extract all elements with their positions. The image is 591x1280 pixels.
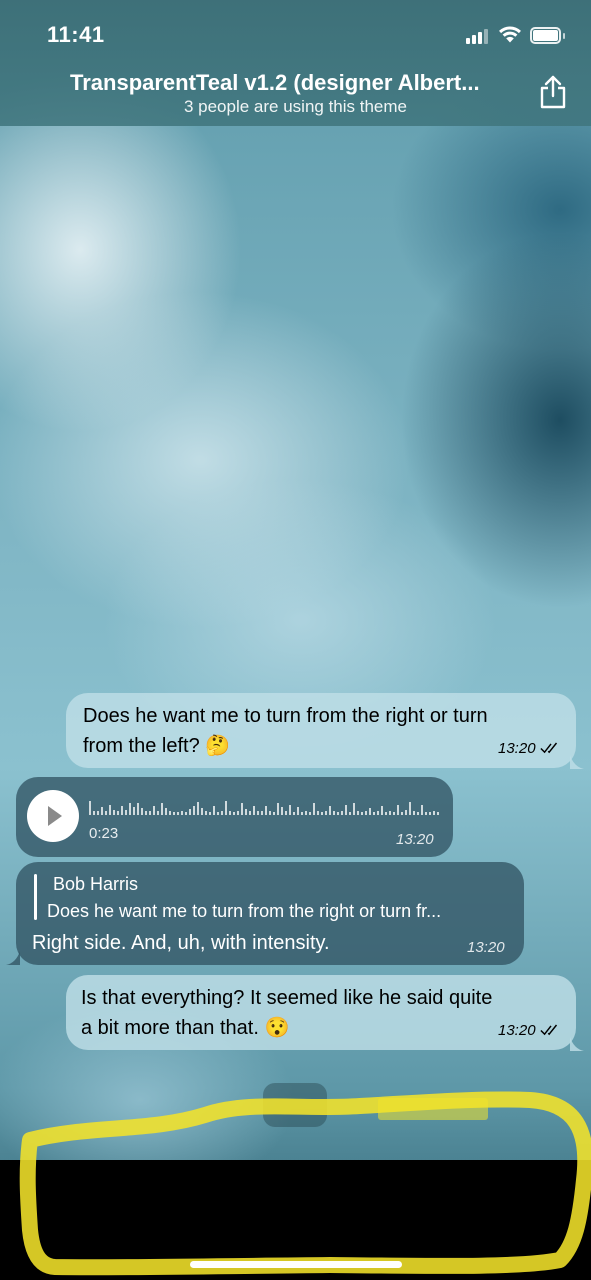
yellow-highlight-marker <box>19 1091 591 1276</box>
reply-message-bubble[interactable]: Bob Harris Does he want me to turn from … <box>16 862 524 965</box>
reply-quote-text: Does he want me to turn from the right o… <box>47 901 442 921</box>
bubble-tail <box>6 951 20 965</box>
message-text: Is that everything? It seemed like he sa… <box>81 987 493 1039</box>
play-button[interactable] <box>27 790 79 842</box>
status-bar: 11:41 <box>0 0 591 64</box>
outgoing-message-bubble[interactable]: Is that everything? It seemed like he sa… <box>66 975 576 1050</box>
voice-waveform <box>89 801 439 815</box>
outgoing-message-bubble[interactable]: Does he want me to turn from the right o… <box>66 693 576 768</box>
wifi-icon <box>499 26 521 43</box>
status-time: 11:41 <box>47 22 105 47</box>
double-check-icon <box>540 742 558 754</box>
battery-icon <box>530 27 566 45</box>
message-time: 13:20 <box>498 740 536 757</box>
message-time: 13:20 <box>396 831 434 848</box>
play-icon <box>48 806 62 826</box>
message-time: 13:20 <box>498 1022 536 1039</box>
message-text: Right side. And, uh, with intensity. <box>32 932 330 954</box>
theme-usage-subtitle: 3 people are using this theme <box>183 97 408 116</box>
home-indicator[interactable] <box>190 1261 402 1268</box>
bubble-tail <box>570 1037 584 1051</box>
reply-indicator-bar <box>34 874 37 920</box>
cellular-signal-icon <box>466 28 490 44</box>
message-text: Does he want me to turn from the right o… <box>83 705 488 757</box>
share-icon[interactable] <box>536 74 570 110</box>
reply-author: Bob Harris <box>53 874 139 894</box>
bubble-tail <box>570 755 584 769</box>
theme-title: TransparentTeal v1.2 (designer Albert... <box>70 70 480 95</box>
message-time: 13:20 <box>467 939 505 956</box>
double-check-icon <box>540 1024 558 1036</box>
voice-duration: 0:23 <box>89 825 119 842</box>
voice-message-bubble[interactable]: 0:23 13:20 <box>16 777 453 857</box>
navigation-bar: 11:41 TransparentTeal v1.2 (designer Alb… <box>0 0 591 126</box>
